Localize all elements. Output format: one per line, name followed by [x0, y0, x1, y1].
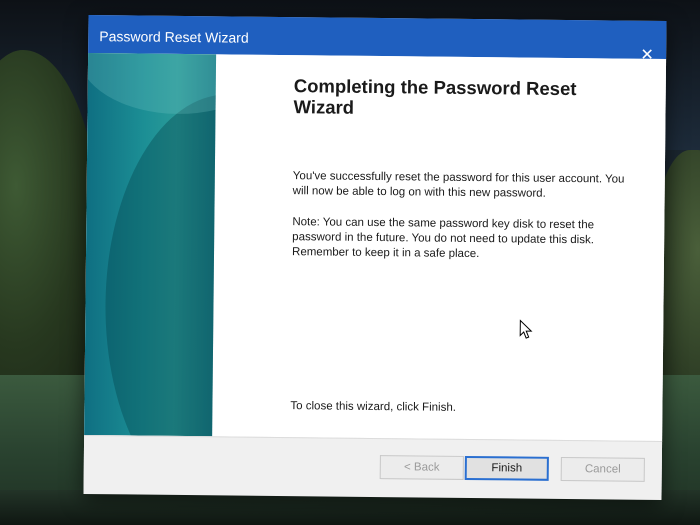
password-reset-wizard-dialog: Password Reset Wizard ✕ Completing the P…: [83, 14, 667, 501]
wizard-side-panel: [84, 52, 217, 437]
wizard-body: Completing the Password Reset Wizard You…: [84, 52, 667, 442]
finish-button[interactable]: Finish: [464, 455, 549, 481]
back-button[interactable]: < Back: [379, 455, 464, 480]
close-instruction: To close this wizard, click Finish.: [290, 400, 457, 414]
mouse-pointer-icon: [519, 319, 533, 339]
cancel-button[interactable]: Cancel: [560, 456, 645, 482]
success-message: You've successfully reset the password f…: [292, 170, 625, 200]
side-panel-curve: [103, 93, 217, 437]
window-title: Password Reset Wizard: [99, 28, 249, 46]
page-title: Completing the Password Reset Wizard: [293, 75, 577, 118]
side-panel-highlight: [84, 52, 217, 115]
wizard-button-bar: < Back Finish Cancel: [83, 434, 663, 501]
note-message: Note: You can use the same password key …: [291, 216, 595, 261]
title-bar[interactable]: Password Reset Wizard ✕: [88, 14, 667, 64]
